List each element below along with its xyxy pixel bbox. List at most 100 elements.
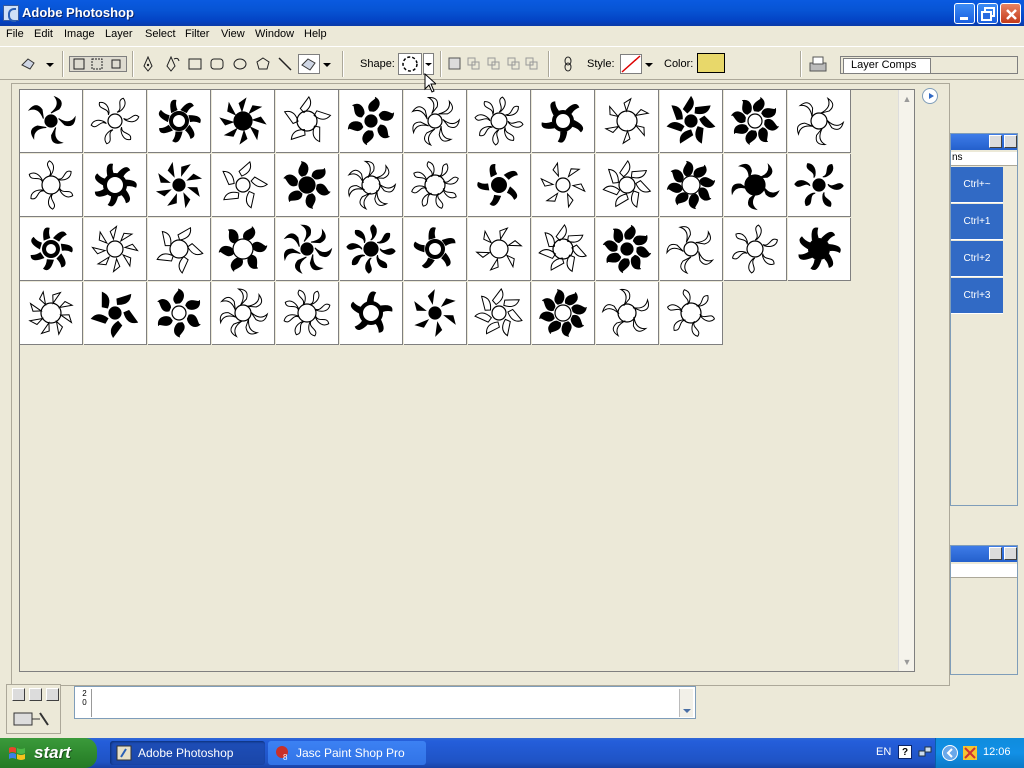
shape-cell[interactable]	[148, 282, 211, 345]
style-dropdown-icon[interactable]	[644, 56, 660, 72]
shape-cell[interactable]	[20, 218, 83, 281]
screen-mode-button[interactable]	[29, 688, 42, 701]
shape-cell[interactable]	[276, 218, 339, 281]
menu-select[interactable]: Select	[145, 28, 176, 40]
geometry-options-dropdown-icon[interactable]	[322, 56, 338, 72]
panel-minimize-button[interactable]	[989, 547, 1002, 560]
shape-picker-preview-icon[interactable]	[398, 53, 422, 75]
menu-window[interactable]: Window	[255, 28, 294, 40]
shape-cell[interactable]	[212, 154, 275, 217]
shape-cell[interactable]	[596, 218, 659, 281]
jump-to-imageready-icon[interactable]	[12, 709, 52, 729]
taskbar-task-photoshop[interactable]: Adobe Photoshop	[110, 741, 265, 765]
shape-layers-mode-icon[interactable]	[69, 56, 127, 72]
menu-file[interactable]: File	[6, 28, 24, 40]
shape-cell[interactable]	[84, 90, 147, 153]
picker-menu-button[interactable]	[922, 88, 938, 104]
start-button[interactable]: start	[0, 738, 97, 768]
panel-minimize-button[interactable]	[989, 135, 1002, 148]
shape-cell[interactable]	[212, 90, 275, 153]
menu-help[interactable]: Help	[304, 28, 327, 40]
custom-shape-tool-icon[interactable]	[20, 56, 36, 72]
link-style-icon[interactable]	[560, 56, 576, 72]
shape-cell[interactable]	[468, 154, 531, 217]
panel-close-button[interactable]	[1004, 135, 1017, 148]
menu-edit[interactable]: Edit	[34, 28, 53, 40]
taskbar-task-paintshop[interactable]: 8 Jasc Paint Shop Pro	[268, 741, 426, 765]
color-swatch[interactable]	[697, 53, 725, 73]
menu-layer[interactable]: Layer	[105, 28, 133, 40]
shape-cell[interactable]	[148, 90, 211, 153]
shape-cell[interactable]	[660, 282, 723, 345]
shape-cell[interactable]	[596, 282, 659, 345]
shape-cell[interactable]	[404, 90, 467, 153]
path-combine-mode-icons[interactable]	[448, 56, 538, 72]
language-indicator[interactable]: EN	[876, 746, 891, 758]
menu-image[interactable]: Image	[64, 28, 95, 40]
tray-expand-icon[interactable]	[942, 745, 958, 761]
shape-cell[interactable]	[20, 154, 83, 217]
standard-mode-button[interactable]	[12, 688, 25, 701]
shape-cell[interactable]	[340, 154, 403, 217]
shape-cell[interactable]	[596, 154, 659, 217]
network-icon[interactable]	[918, 745, 932, 759]
shape-cell[interactable]	[404, 282, 467, 345]
ellipse-tool-icon[interactable]	[232, 56, 248, 72]
panel-close-button[interactable]	[1004, 547, 1017, 560]
shape-cell[interactable]	[84, 154, 147, 217]
close-button[interactable]	[1000, 3, 1021, 24]
photoshop-app-icon[interactable]	[3, 5, 19, 22]
shape-cell[interactable]	[276, 90, 339, 153]
doc-scrollbar[interactable]	[679, 689, 693, 717]
help-icon[interactable]: ?	[898, 745, 912, 759]
panel-tab[interactable]	[951, 564, 1017, 578]
polygon-tool-icon[interactable]	[255, 56, 271, 72]
shape-cell[interactable]	[340, 282, 403, 345]
restore-button[interactable]	[977, 3, 998, 24]
shape-cell[interactable]	[404, 154, 467, 217]
shape-cell[interactable]	[276, 282, 339, 345]
shape-cell[interactable]	[724, 154, 787, 217]
shape-cell[interactable]	[340, 90, 403, 153]
shape-cell[interactable]	[84, 282, 147, 345]
freeform-pen-tool-icon[interactable]	[164, 55, 180, 72]
palette-well-icon[interactable]	[808, 54, 828, 74]
action-row[interactable]: Ctrl+3	[951, 278, 1003, 314]
shape-cell[interactable]	[724, 218, 787, 281]
shape-cell[interactable]	[532, 218, 595, 281]
shape-cell[interactable]	[212, 218, 275, 281]
shape-cell[interactable]	[20, 282, 83, 345]
shape-picker-dropdown-icon[interactable]	[423, 53, 434, 75]
shape-cell[interactable]	[148, 154, 211, 217]
shape-cell[interactable]	[404, 218, 467, 281]
style-none-swatch-icon[interactable]	[620, 54, 642, 74]
shape-cell[interactable]	[660, 90, 723, 153]
scroll-up-arrow-icon[interactable]: ▲	[902, 94, 912, 104]
shape-cell[interactable]	[532, 154, 595, 217]
shape-cell[interactable]	[788, 154, 851, 217]
scroll-down-arrow-icon[interactable]: ▼	[902, 657, 912, 667]
custom-shape-tool-selected-icon[interactable]	[298, 54, 320, 74]
menu-filter[interactable]: Filter	[185, 28, 209, 40]
tool-preset-dropdown-icon[interactable]	[42, 56, 58, 72]
action-row[interactable]: Ctrl+2	[951, 241, 1003, 277]
pen-tool-icon[interactable]	[140, 55, 156, 72]
shape-cell[interactable]	[788, 90, 851, 153]
shape-cell[interactable]	[148, 218, 211, 281]
shape-cell[interactable]	[468, 282, 531, 345]
shape-picker-scrollbar[interactable]: ▲ ▼	[898, 90, 914, 671]
shape-cell[interactable]	[724, 90, 787, 153]
menu-view[interactable]: View	[221, 28, 245, 40]
line-tool-icon[interactable]	[277, 56, 293, 72]
layer-comps-tab[interactable]: Layer Comps	[843, 58, 931, 73]
shape-cell[interactable]	[660, 218, 723, 281]
shape-cell[interactable]	[468, 218, 531, 281]
action-row[interactable]: Ctrl+1	[951, 204, 1003, 240]
rectangle-tool-icon[interactable]	[187, 56, 203, 72]
shape-cell[interactable]	[20, 90, 83, 153]
shape-cell[interactable]	[276, 154, 339, 217]
shape-cell[interactable]	[596, 90, 659, 153]
fullscreen-mode-button[interactable]	[46, 688, 59, 701]
shape-cell[interactable]	[532, 282, 595, 345]
tray-app-icon[interactable]	[962, 745, 978, 761]
